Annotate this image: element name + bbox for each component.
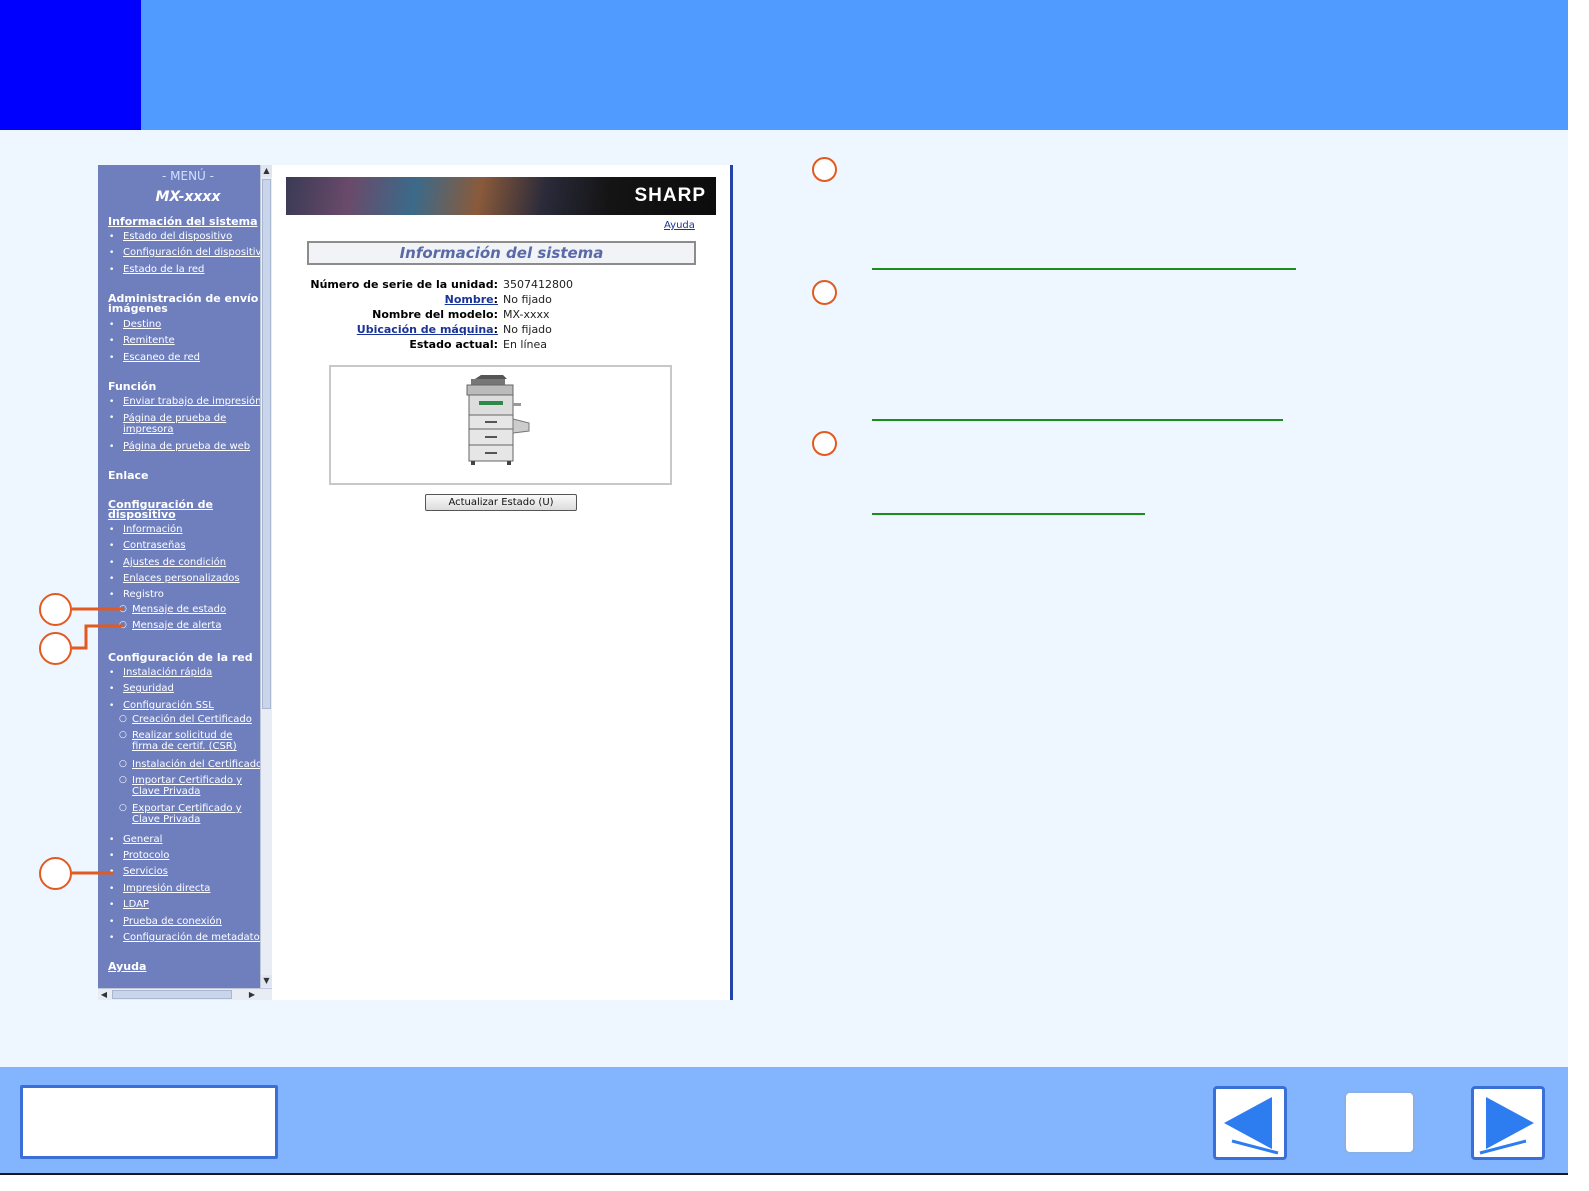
menu-item-connection-test[interactable]: • Prueba de conexión: [109, 916, 222, 928]
arrow-right-icon: [1479, 1097, 1534, 1155]
step-underline-3: [872, 513, 1145, 515]
info-row-name: Nombre: No fijado: [444, 293, 552, 306]
menu-item-web-test-page[interactable]: • Página de prueba de web: [109, 441, 250, 453]
menu-item-alert-message[interactable]: ○ Mensaje de alerta: [119, 620, 260, 631]
step-callout-1: [812, 157, 837, 182]
menu-section-device-config[interactable]: Configuración de dispositivo: [108, 499, 228, 520]
menu-item-passwords[interactable]: • Contraseñas: [109, 540, 186, 552]
sharp-banner: SHARP: [286, 177, 716, 215]
menu-section-function: Función: [108, 380, 157, 393]
scroll-right-icon[interactable]: ▶: [246, 989, 258, 1000]
info-row-location: Ubicación de máquina: No fijado: [356, 323, 552, 336]
menu-scroll-thumb[interactable]: [262, 179, 271, 709]
help-link[interactable]: Ayuda: [664, 220, 695, 231]
menu-section-help[interactable]: Ayuda: [108, 961, 146, 972]
scroll-left-icon[interactable]: ◀: [98, 989, 110, 1000]
callout-status-message: [39, 593, 72, 626]
previous-page-button[interactable]: [1213, 1086, 1287, 1160]
footer-bottom-line: [0, 1173, 1568, 1175]
menu-vertical-scrollbar[interactable]: ▲ ▼: [260, 165, 272, 988]
menu-item-sender[interactable]: • Remitente: [109, 335, 175, 347]
header-bar: [0, 0, 1568, 130]
menu-horizontal-scrollbar[interactable]: ◀ ▶: [98, 988, 272, 1000]
main-page-panel: SHARP Ayuda Información del sistema Núme…: [274, 165, 730, 1000]
step-callout-2: [812, 280, 837, 305]
printer-icon: [466, 375, 530, 465]
menu-item-device-configuration[interactable]: • Configuración del dispositivo: [109, 247, 260, 259]
menu-item-device-status[interactable]: • Estado del dispositivo: [109, 231, 232, 243]
menu-model-name: MX-xxxx: [155, 189, 221, 205]
menu-item-network-scan[interactable]: • Escaneo de red: [109, 352, 200, 364]
info-row-model: Nombre del modelo: MX-xxxx: [372, 308, 550, 321]
menu-item-ldap[interactable]: • LDAP: [109, 899, 149, 911]
menu-item-cert-install[interactable]: ○ Instalación del Certificado: [119, 759, 260, 770]
menu-item-cert-request[interactable]: ○ Realizar solicitud de firma de certif. …: [119, 730, 260, 752]
menu-item-metadata-config[interactable]: • Configuración de metadatos: [109, 932, 260, 944]
home-button[interactable]: [1344, 1091, 1415, 1154]
right-margin: [1568, 0, 1589, 1191]
menu-item-information[interactable]: • Información: [109, 524, 182, 536]
sharp-logo: SHARP: [634, 185, 706, 206]
step-underline-2: [872, 419, 1283, 421]
update-status-button[interactable]: Actualizar Estado (U): [425, 494, 577, 511]
menu-section-image-send: Administración de envío de imágenes: [108, 292, 260, 315]
menu-item-status-message[interactable]: ○ Mensaje de estado: [119, 604, 260, 615]
menu-title: - MENÚ -: [162, 169, 214, 183]
menu-hscroll-thumb[interactable]: [112, 990, 232, 999]
menu-item-printer-test-page[interactable]: • Página de prueba de impresora: [109, 413, 241, 435]
menu-item-network-status[interactable]: • Estado de la red: [109, 264, 204, 276]
menu-item-cert-creation[interactable]: ○ Creación del Certificado: [119, 714, 260, 725]
menu-section-link[interactable]: Enlace: [108, 470, 149, 481]
next-page-button[interactable]: [1471, 1086, 1545, 1160]
step-callout-3: [812, 431, 837, 456]
step-underline-1: [872, 268, 1296, 270]
scroll-down-icon[interactable]: ▼: [261, 975, 272, 987]
arrow-left-icon: [1224, 1097, 1279, 1155]
menu-item-export-cert[interactable]: ○ Exportar Certificado y Clave Privada: [119, 803, 250, 825]
menu-item-import-cert[interactable]: ○ Importar Certificado y Clave Privada: [119, 775, 250, 797]
menu-item-send-print-job[interactable]: • Enviar trabajo de impresión: [109, 396, 260, 408]
header-corner-block: [0, 0, 141, 130]
info-row-status: Estado actual: En línea: [409, 338, 548, 351]
callout-services: [39, 857, 72, 890]
menu-section-system-info[interactable]: Información del sistema: [108, 216, 258, 227]
info-row-serial: Número de serie de la unidad: 3507412800: [310, 278, 573, 291]
callout-alert-message: [39, 632, 72, 665]
contents-button[interactable]: [20, 1085, 278, 1159]
callout-connectors: [72, 607, 124, 875]
menu-item-destination[interactable]: • Destino: [109, 319, 161, 331]
menu-item-condition-settings[interactable]: • Ajustes de condición: [109, 557, 226, 569]
scroll-up-icon[interactable]: ▲: [261, 165, 272, 177]
printer-image-box: [329, 365, 672, 485]
web-page-screenshot: - MENÚ - MX-xxxx Información del sistema…: [98, 165, 733, 1000]
page-title: Información del sistema: [307, 241, 696, 265]
